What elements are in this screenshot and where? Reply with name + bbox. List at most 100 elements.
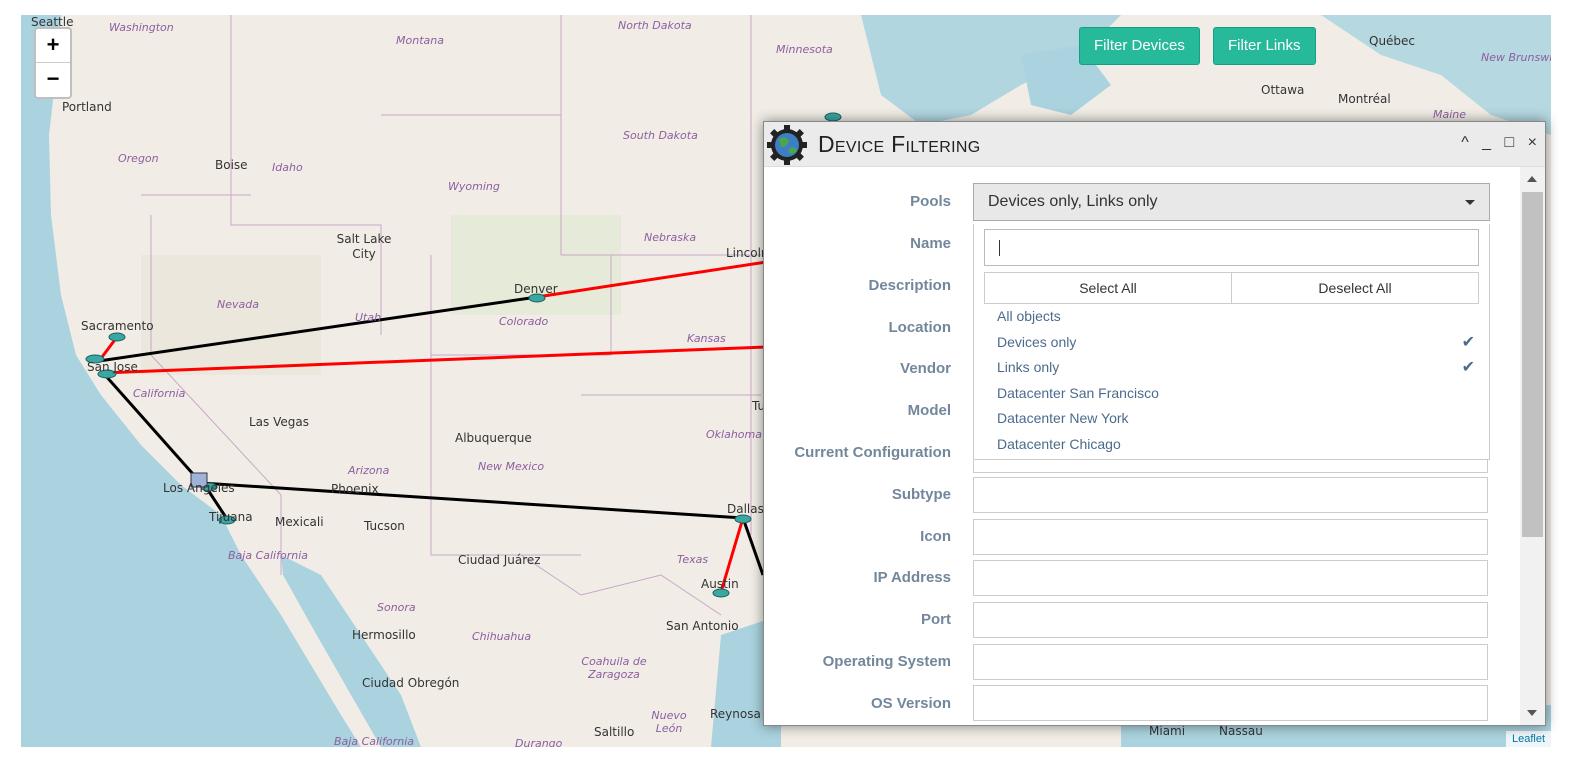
region-label: Oklahoma <box>706 428 762 441</box>
link-denver-lincoln <box>536 260 767 299</box>
pools-search-input[interactable] <box>984 229 1479 266</box>
panel-body: Pools Devices only, Links only Name Desc… <box>764 167 1545 725</box>
pool-option-links-only[interactable]: Links only ✔ <box>974 355 1489 381</box>
router-icon <box>824 112 842 122</box>
city-label: Sacramento <box>81 319 154 333</box>
subtype-label: Subtype <box>891 486 951 503</box>
zoom-out-button[interactable]: − <box>36 62 70 96</box>
subtype-input[interactable] <box>973 477 1488 513</box>
minimize-button[interactable]: _ <box>1482 134 1491 151</box>
icon-input[interactable] <box>973 519 1488 555</box>
checkmark-icon: ✔ <box>1461 333 1475 351</box>
region-label: Montana <box>396 34 444 47</box>
region-label: Utah <box>355 311 382 324</box>
collapse-button[interactable]: ^ <box>1461 134 1469 151</box>
leaflet-attribution-link[interactable]: Leaflet <box>1505 731 1551 747</box>
panel-title: Device Filtering <box>818 131 981 157</box>
current-configuration-label: Current Configuration <box>794 444 951 461</box>
router-icon <box>734 514 752 524</box>
region-label: Nevada <box>217 298 259 311</box>
zoom-control: + − <box>34 27 72 99</box>
city-label: Denver <box>514 282 558 296</box>
city-label: Austin <box>701 577 739 591</box>
pools-select[interactable]: Devices only, Links only <box>973 183 1490 221</box>
region-label: Nuevo León <box>651 709 687 735</box>
operating-system-label: Operating System <box>822 653 951 670</box>
region-label: Arizona <box>348 464 390 477</box>
checkmark-icon: ✔ <box>1461 359 1475 377</box>
region-label: Sonora <box>377 601 416 614</box>
city-label: Albuquerque <box>455 431 532 445</box>
filter-devices-button[interactable]: Filter Devices <box>1079 27 1200 65</box>
scroll-up-arrow-icon[interactable] <box>1527 176 1537 182</box>
operating-system-input[interactable] <box>973 644 1488 680</box>
pools-dropdown-menu: Select All Deselect All All objects Devi… <box>973 224 1490 460</box>
region-label: California <box>133 387 186 400</box>
ip-address-input[interactable] <box>973 560 1488 596</box>
link-dallas-houston <box>741 517 765 576</box>
city-label: Reynosa <box>710 707 761 721</box>
pool-option-datacenter-san-francisco[interactable]: Datacenter San Francisco <box>974 381 1489 407</box>
region-label: Minnesota <box>776 43 833 56</box>
scroll-down-arrow-icon[interactable] <box>1527 710 1537 716</box>
city-label: Los Angeles <box>163 481 235 495</box>
link-losangeles-dallas <box>200 481 744 520</box>
panel-scrollbar[interactable] <box>1520 167 1545 725</box>
city-label: Portland <box>62 100 112 114</box>
pool-option-all-objects[interactable]: All objects <box>974 304 1489 330</box>
city-label: Salt Lake City <box>336 232 392 261</box>
city-label: Nassau <box>1219 724 1263 738</box>
link-sanjose-denver <box>98 295 538 363</box>
port-label: Port <box>921 611 951 628</box>
device-filtering-panel: Device Filtering ^ _ □ × Pools Devices o… <box>763 121 1546 726</box>
name-label: Name <box>910 235 951 252</box>
region-label: Baja California <box>228 549 309 562</box>
city-label: Tucson <box>364 519 405 533</box>
region-label: Texas <box>677 553 709 566</box>
region-label: Nebraska <box>644 231 697 244</box>
city-label: Tijuana <box>209 510 253 524</box>
location-label: Location <box>888 319 952 336</box>
city-label: Phoenix <box>331 482 379 496</box>
scrollbar-thumb[interactable] <box>1522 192 1543 537</box>
caret-down-icon <box>1465 200 1475 205</box>
port-input[interactable] <box>973 602 1488 638</box>
pools-selected-value: Devices only, Links only <box>988 193 1158 210</box>
region-label: South Dakota <box>623 129 698 142</box>
gear-globe-icon <box>767 125 807 165</box>
pools-label: Pools <box>910 193 951 210</box>
city-label: Las Vegas <box>249 415 309 429</box>
city-label: Hermosillo <box>352 628 416 642</box>
region-label: Baja California <box>334 735 415 747</box>
region-label: New Mexico <box>478 460 545 473</box>
zoom-in-button[interactable]: + <box>36 29 70 62</box>
region-label: Colorado <box>499 315 549 328</box>
select-all-button[interactable]: Select All <box>985 273 1231 303</box>
pool-option-datacenter-new-york[interactable]: Datacenter New York <box>974 406 1489 432</box>
pool-option-devices-only[interactable]: Devices only ✔ <box>974 330 1489 356</box>
city-label: Ciudad Juárez <box>458 553 541 567</box>
region-label: Chihuahua <box>472 630 532 643</box>
city-label: Miami <box>1149 724 1186 738</box>
panel-header[interactable]: Device Filtering ^ _ □ × <box>764 122 1545 167</box>
city-label: San Antonio <box>666 619 739 633</box>
city-label: Montréal <box>1338 92 1391 106</box>
region-label: Maine <box>1433 108 1467 121</box>
pool-option-datacenter-chicago[interactable]: Datacenter Chicago <box>974 432 1489 458</box>
link-sanjose-kansas <box>102 345 767 375</box>
region-label: Wyoming <box>448 180 500 193</box>
region-label: Oregon <box>118 152 159 165</box>
filter-links-button[interactable]: Filter Links <box>1213 27 1316 65</box>
region-label: Idaho <box>272 161 303 174</box>
region-label: Coahuila de Zaragoza <box>581 655 647 681</box>
maximize-button[interactable]: □ <box>1505 134 1515 151</box>
description-label: Description <box>868 277 951 294</box>
deselect-all-button[interactable]: Deselect All <box>1231 273 1478 303</box>
region-label: Washington <box>109 21 174 34</box>
city-label: Québec <box>1369 34 1416 48</box>
router-icon <box>108 332 126 342</box>
city-label: Boise <box>215 158 248 172</box>
region-label: New Brunswic <box>1481 51 1551 64</box>
close-button[interactable]: × <box>1528 134 1537 151</box>
os-version-input[interactable] <box>973 685 1488 721</box>
